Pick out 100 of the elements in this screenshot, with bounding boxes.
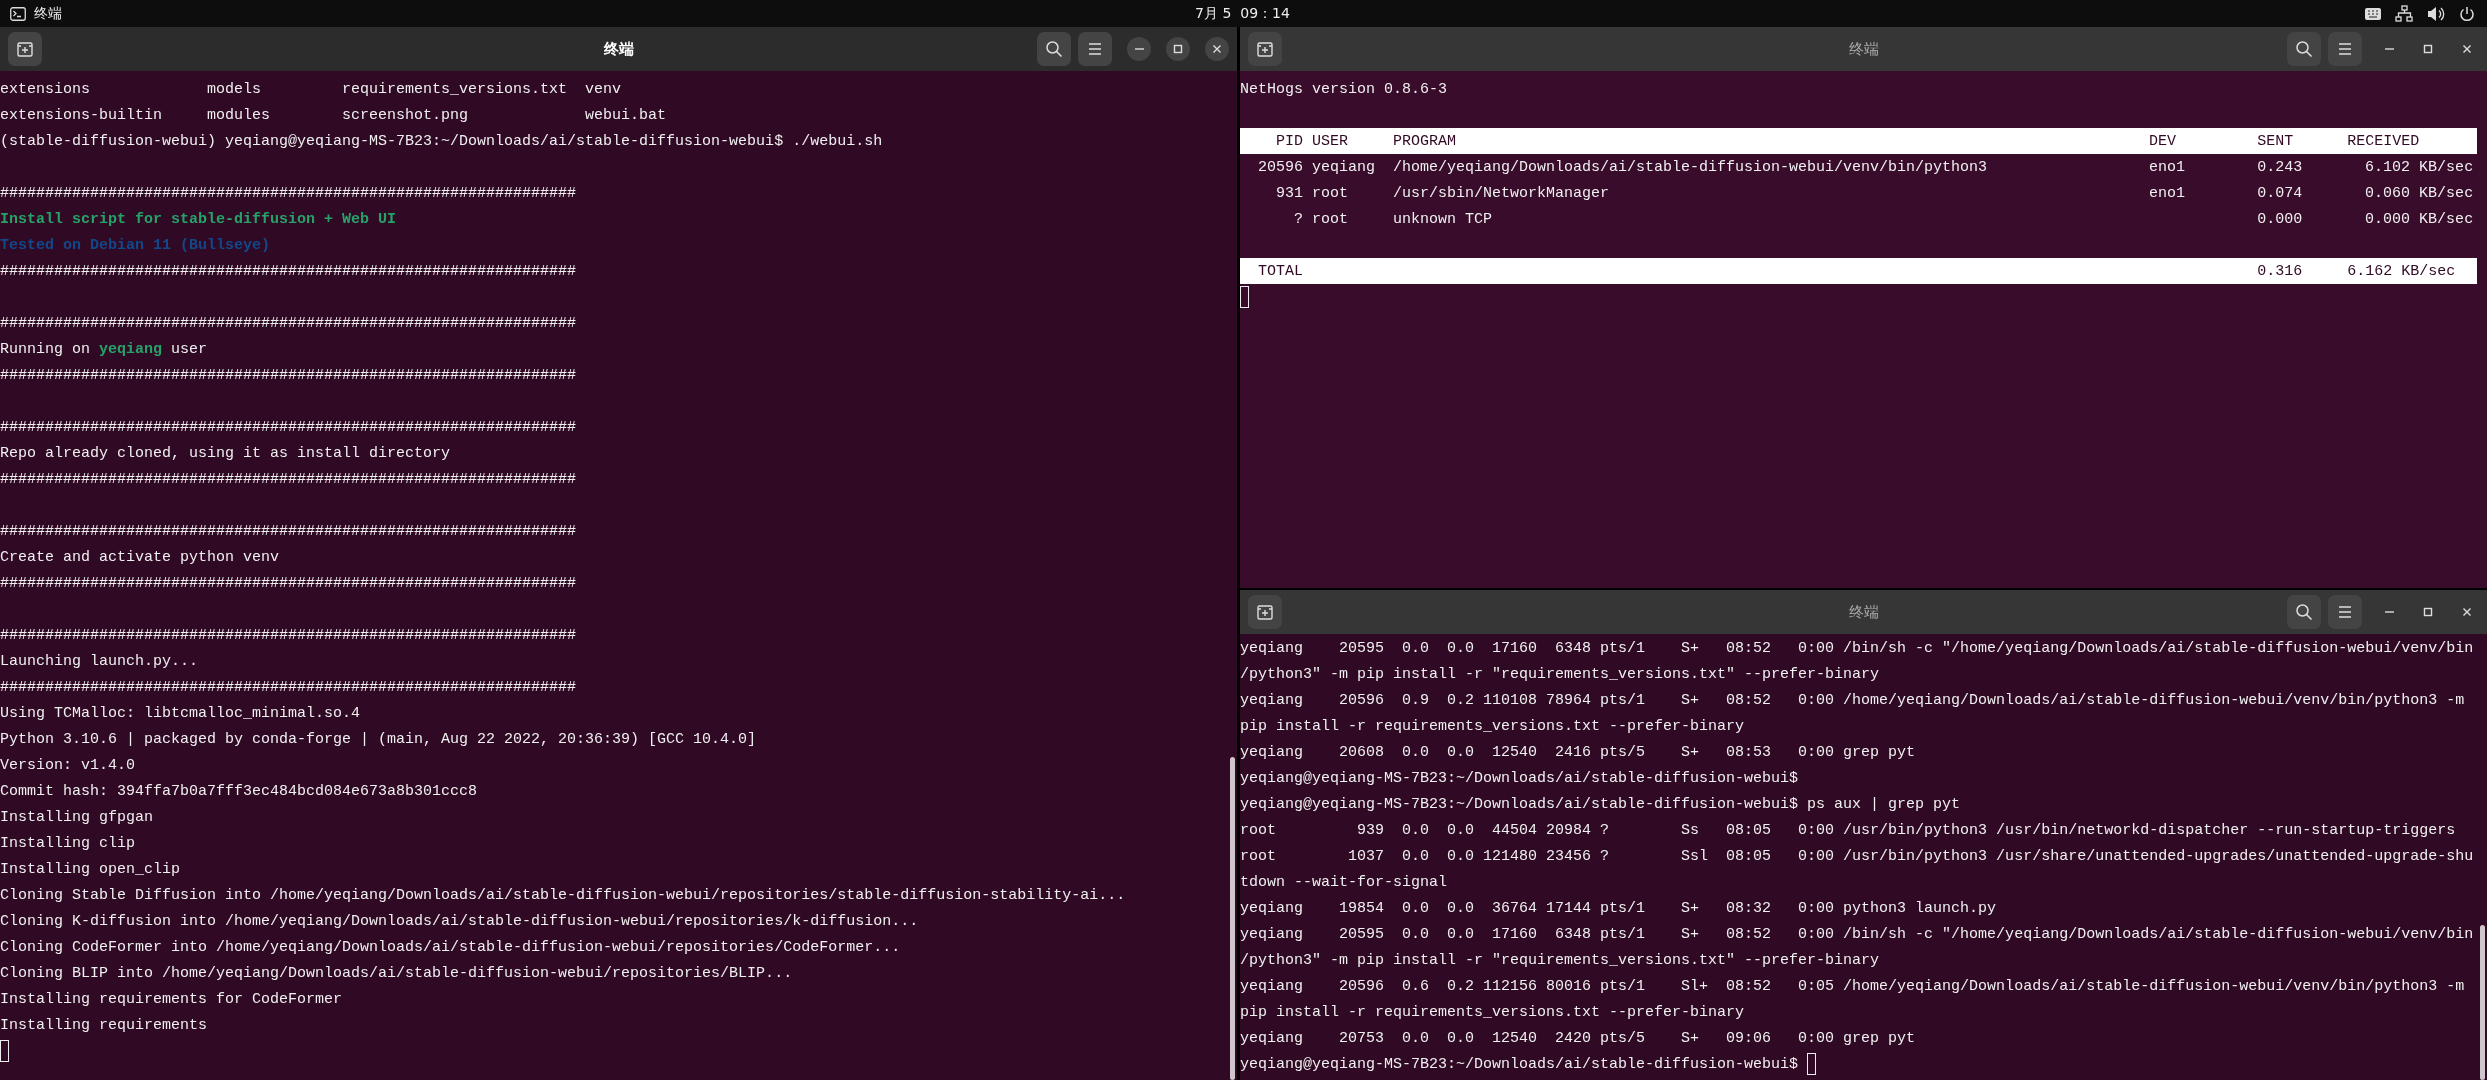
terminal-line: Cloning CodeFormer into /home/yeqiang/Downloads/ai/stable-diffusion-webui/repositories/CodeFormer... <box>0 938 901 956</box>
terminal-line: yeqiang@yeqiang-MS-7B23:~/Downloads/ai/stable-diffusion-webui$ <box>1240 769 1799 787</box>
menu-icon <box>2337 605 2353 619</box>
terminal-line: Running on yeqiang user <box>0 340 208 358</box>
terminal-line: ################################################################ <box>0 678 577 696</box>
terminal-line: Commit hash: 394ffa7b0a7fff3ec484bcd084e673a8b301ccc8 <box>0 782 478 800</box>
menu-button[interactable] <box>2328 32 2362 66</box>
table-cell-text: yeqiang <box>1312 158 1376 176</box>
table-cell-text: ? <box>1293 210 1303 228</box>
terminal-line: tdown --wait-for-signal <box>1240 873 1448 891</box>
terminal-line: ################################################################ <box>0 626 577 644</box>
app-name[interactable]: 终端 <box>34 4 62 23</box>
table-cell-text: TOTAL <box>1257 262 1304 280</box>
terminal-line: ################################################################ <box>0 184 577 202</box>
table-cell-text: 0.000 KB/sec <box>2364 210 2474 228</box>
table-cell-text: 6.162 KB/sec <box>2347 262 2457 280</box>
table-cell-text: 0.000 <box>2257 210 2304 228</box>
menu-icon <box>1087 42 1103 56</box>
terminal-line: Installing gfpgan <box>0 808 154 826</box>
terminal-line: yeqiang 20753 0.0 0.0 12540 2420 pts/5 S+ 09:06 0:00 grep pyt <box>1240 1029 1916 1047</box>
column-header: PROGRAM <box>1393 132 1457 150</box>
column-header: PID <box>1275 132 1303 150</box>
table-cell-text: eno1 <box>2149 184 2187 202</box>
terminal-line: Version: v1.4.0 <box>0 756 136 774</box>
network-icon[interactable] <box>2395 4 2413 23</box>
volume-icon[interactable] <box>2427 5 2445 22</box>
terminal-line: ################################################################ <box>0 366 577 384</box>
terminal-line: Using TCMalloc: libtcmalloc_minimal.so.4 <box>0 704 361 722</box>
power-icon[interactable] <box>2459 5 2475 22</box>
minimize-icon <box>1134 48 1144 50</box>
column-header: RECEIVED <box>2347 132 2421 150</box>
menu-button[interactable] <box>1078 32 1112 66</box>
text-cursor <box>1240 286 1249 308</box>
terminal-line: yeqiang 20596 0.9 0.2 110108 78964 pts/1 S+ 08:52 0:00 /home/yeqiang/Downloads/ai/stable-diffusion-webui/venv/bin/python3 -m <box>1240 691 2465 709</box>
terminal-line: Tested on Debian 11 (Bullseye) <box>0 236 271 254</box>
terminal-line: ################################################################ <box>0 574 577 592</box>
scrollbar[interactable] <box>2480 925 2485 1080</box>
new-tab-icon <box>1256 603 1274 621</box>
terminal-line: Cloning K-diffusion into /home/yeqiang/Downloads/ai/stable-diffusion-webui/repositories/k-diffusion... <box>0 912 919 930</box>
table-cell-text: eno1 <box>2149 158 2187 176</box>
minimize-icon <box>2384 611 2394 613</box>
clock[interactable]: 7月 5 09：14 <box>1195 4 1290 23</box>
terminal-line: yeqiang@yeqiang-MS-7B23:~/Downloads/ai/stable-diffusion-webui$ <box>1240 1055 1799 1073</box>
table-cell-text: 931 <box>1275 184 1303 202</box>
new-tab-icon <box>1256 40 1274 58</box>
new-tab-button[interactable] <box>1248 595 1282 629</box>
terminal-line: Repo already cloned, using it as install directory <box>0 444 451 462</box>
search-icon <box>1045 40 1063 58</box>
terminal-line: yeqiang@yeqiang-MS-7B23:~/Downloads/ai/stable-diffusion-webui$ ps aux | grep pyt <box>1240 795 1961 813</box>
maximize-button[interactable] <box>1166 37 1190 61</box>
terminal-line: yeqiang 20608 0.0 0.0 12540 2416 pts/5 S+ 08:53 0:00 grep pyt <box>1240 743 1916 761</box>
terminal-line: Create and activate python venv <box>0 548 280 566</box>
search-icon <box>2295 603 2313 621</box>
version-text: NetHogs version 0.8.6-3 <box>1240 80 1448 98</box>
terminal-line: yeqiang 20595 0.0 0.0 17160 6348 pts/1 S+ 08:52 0:00 /bin/sh -c "/home/yeqiang/Downloads/ai/stable-diffusion-webui/venv/bin <box>1240 639 2474 657</box>
terminal-line: extensions models requirements_versions.txt venv <box>0 80 622 98</box>
table-cell-text: 6.102 KB/sec <box>2364 158 2474 176</box>
terminal-icon <box>10 6 26 21</box>
menu-icon <box>2337 42 2353 56</box>
terminal-line: Installing open_clip <box>0 860 181 878</box>
new-tab-button[interactable] <box>8 32 42 66</box>
terminal-line: Installing requirements <box>0 1016 208 1034</box>
table-cell-text: /usr/sbin/NetworkManager <box>1393 184 1611 202</box>
terminal-line: /python3" -m pip install -r "requirements_versions.txt" --prefer-binary <box>1240 951 1880 969</box>
search-button[interactable] <box>2287 595 2321 629</box>
search-button[interactable] <box>2287 32 2321 66</box>
terminal-line: Installing clip <box>0 834 136 852</box>
table-cell-text: 0.060 KB/sec <box>2364 184 2474 202</box>
maximize-icon <box>2423 44 2433 54</box>
column-header: SENT <box>2257 132 2295 150</box>
terminal-line: yeqiang 20595 0.0 0.0 17160 6348 pts/1 S+ 08:52 0:00 /bin/sh -c "/home/yeqiang/Downloads/ai/stable-diffusion-webui/venv/bin <box>1240 925 2474 943</box>
search-button[interactable] <box>1037 32 1071 66</box>
terminal-line: /python3" -m pip install -r "requirements_versions.txt" --prefer-binary <box>1240 665 1880 683</box>
scrollbar[interactable] <box>1230 757 1235 1080</box>
table-cell-text: 0.316 <box>2257 262 2304 280</box>
table-cell-text: 0.074 <box>2257 184 2304 202</box>
search-icon <box>2295 40 2313 58</box>
table-cell-text: 20596 <box>1257 158 1303 176</box>
window-title: 终端 <box>1848 602 1879 622</box>
minimize-button[interactable] <box>1127 37 1151 61</box>
column-header: USER <box>1312 132 1349 150</box>
table-cell-text: root <box>1312 184 1349 202</box>
terminal-line: yeqiang 20596 0.6 0.2 112156 80016 pts/1 Sl+ 08:52 0:05 /home/yeqiang/Downloads/ai/stable-diffusion-webui/venv/bin/python3 -m <box>1240 977 2465 995</box>
table-cell-text: unknown TCP <box>1393 210 1494 228</box>
new-tab-button[interactable] <box>1248 32 1282 66</box>
terminal-line: yeqiang 19854 0.0 0.0 36764 17144 pts/1 S+ 08:32 0:00 python3 launch.py <box>1240 899 1997 917</box>
menu-button[interactable] <box>2328 595 2362 629</box>
terminal-line: Installing requirements for CodeFormer <box>0 990 343 1008</box>
new-tab-icon <box>16 40 34 58</box>
terminal-line: ################################################################ <box>0 262 577 280</box>
terminal-line: (stable-diffusion-webui) yeqiang@yeqiang-MS-7B23:~/Downloads/ai/stable-diffusion-webui$ ./webui.sh <box>0 132 883 150</box>
terminal-line: extensions-builtin modules screenshot.png webui.bat <box>0 106 667 124</box>
close-icon <box>1212 44 1222 54</box>
close-button[interactable] <box>1205 37 1229 61</box>
table-cell-text: 0.243 <box>2257 158 2304 176</box>
keyboard-icon[interactable] <box>2365 7 2381 20</box>
terminal-line: pip install -r requirements_versions.txt --prefer-binary <box>1240 1003 1745 1021</box>
window-title: 终端 <box>1848 39 1879 59</box>
table-cell-text: /home/yeqiang/Downloads/ai/stable-diffusion-webui/venv/bin/python3 <box>1393 158 1989 176</box>
text-cursor <box>0 1040 9 1062</box>
